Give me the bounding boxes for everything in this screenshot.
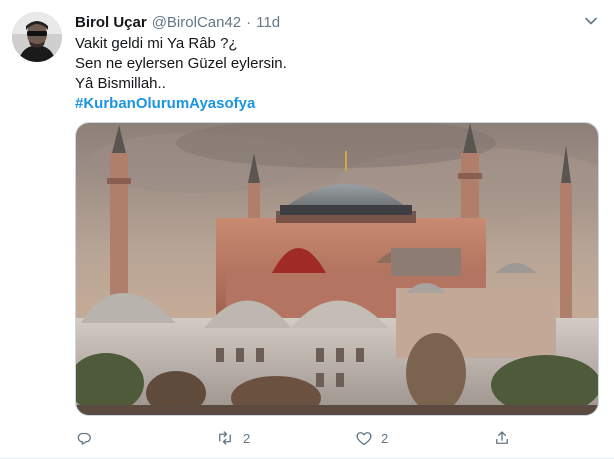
tweet-header: Birol Uçar @BirolCan42 · 11d — [75, 12, 280, 32]
tweet-timestamp[interactable]: 11d — [256, 14, 280, 31]
chevron-down-icon — [585, 17, 597, 25]
author-handle[interactable]: @BirolCan42 — [152, 14, 241, 31]
hashtag-link[interactable]: #KurbanOlurumAyasofya — [75, 94, 595, 114]
hagia-sophia-photo — [76, 123, 598, 415]
tweet-text-line: Yâ Bismillah.. — [75, 75, 166, 92]
like-count: 2 — [381, 430, 389, 446]
retweet-count: 2 — [243, 430, 251, 446]
like-button[interactable]: 2 — [355, 426, 388, 450]
author-display-name[interactable]: Birol Uçar — [75, 14, 147, 31]
avatar-photo — [12, 12, 62, 62]
reply-button[interactable] — [75, 426, 101, 450]
tweet-media-image[interactable] — [75, 122, 599, 416]
header-separator: · — [246, 13, 252, 31]
tweet-text: Vakit geldi mi Ya Râb ?¿ Sen ne eylersen… — [75, 34, 595, 114]
more-options-button[interactable] — [582, 12, 600, 30]
author-avatar[interactable] — [12, 12, 62, 62]
tweet-text-line: Sen ne eylersen Güzel eylersin. — [75, 55, 287, 72]
reply-icon — [77, 432, 91, 445]
retweet-button[interactable]: 2 — [215, 426, 250, 450]
share-button[interactable] — [493, 426, 519, 450]
tweet-actions: 2 2 — [75, 426, 515, 450]
retweet-icon — [219, 431, 231, 445]
tweet-text-line: Vakit geldi mi Ya Râb ?¿ — [75, 35, 238, 52]
share-icon — [496, 431, 508, 444]
tweet[interactable]: Birol Uçar @BirolCan42 · 11d Vakit geldi… — [0, 0, 614, 459]
heart-icon — [356, 432, 372, 446]
